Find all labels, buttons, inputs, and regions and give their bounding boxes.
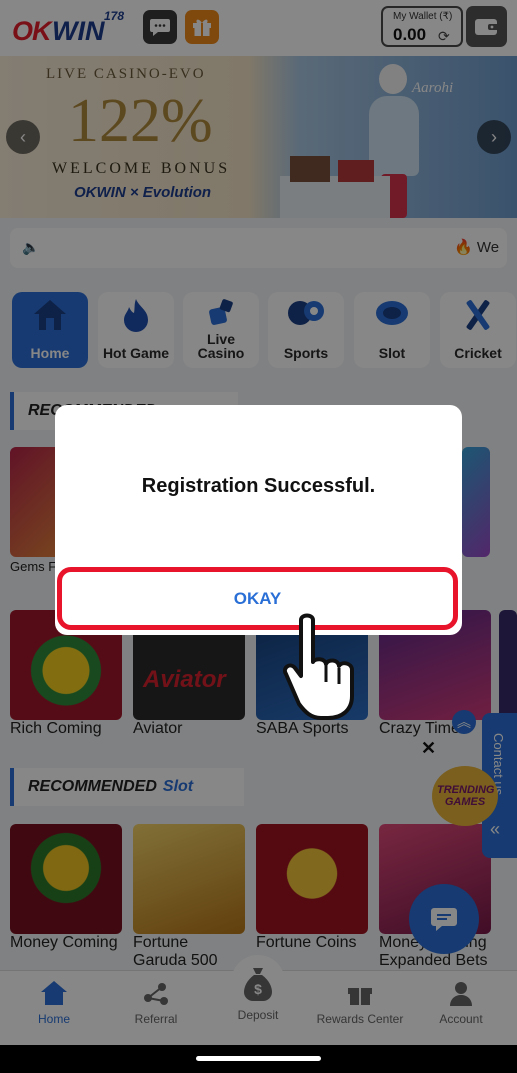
okay-button[interactable]: OKAY — [57, 567, 458, 630]
home-indicator[interactable] — [196, 1056, 321, 1061]
pointing-hand-icon — [283, 613, 354, 720]
dialog-message: Registration Successful. — [141, 475, 376, 497]
